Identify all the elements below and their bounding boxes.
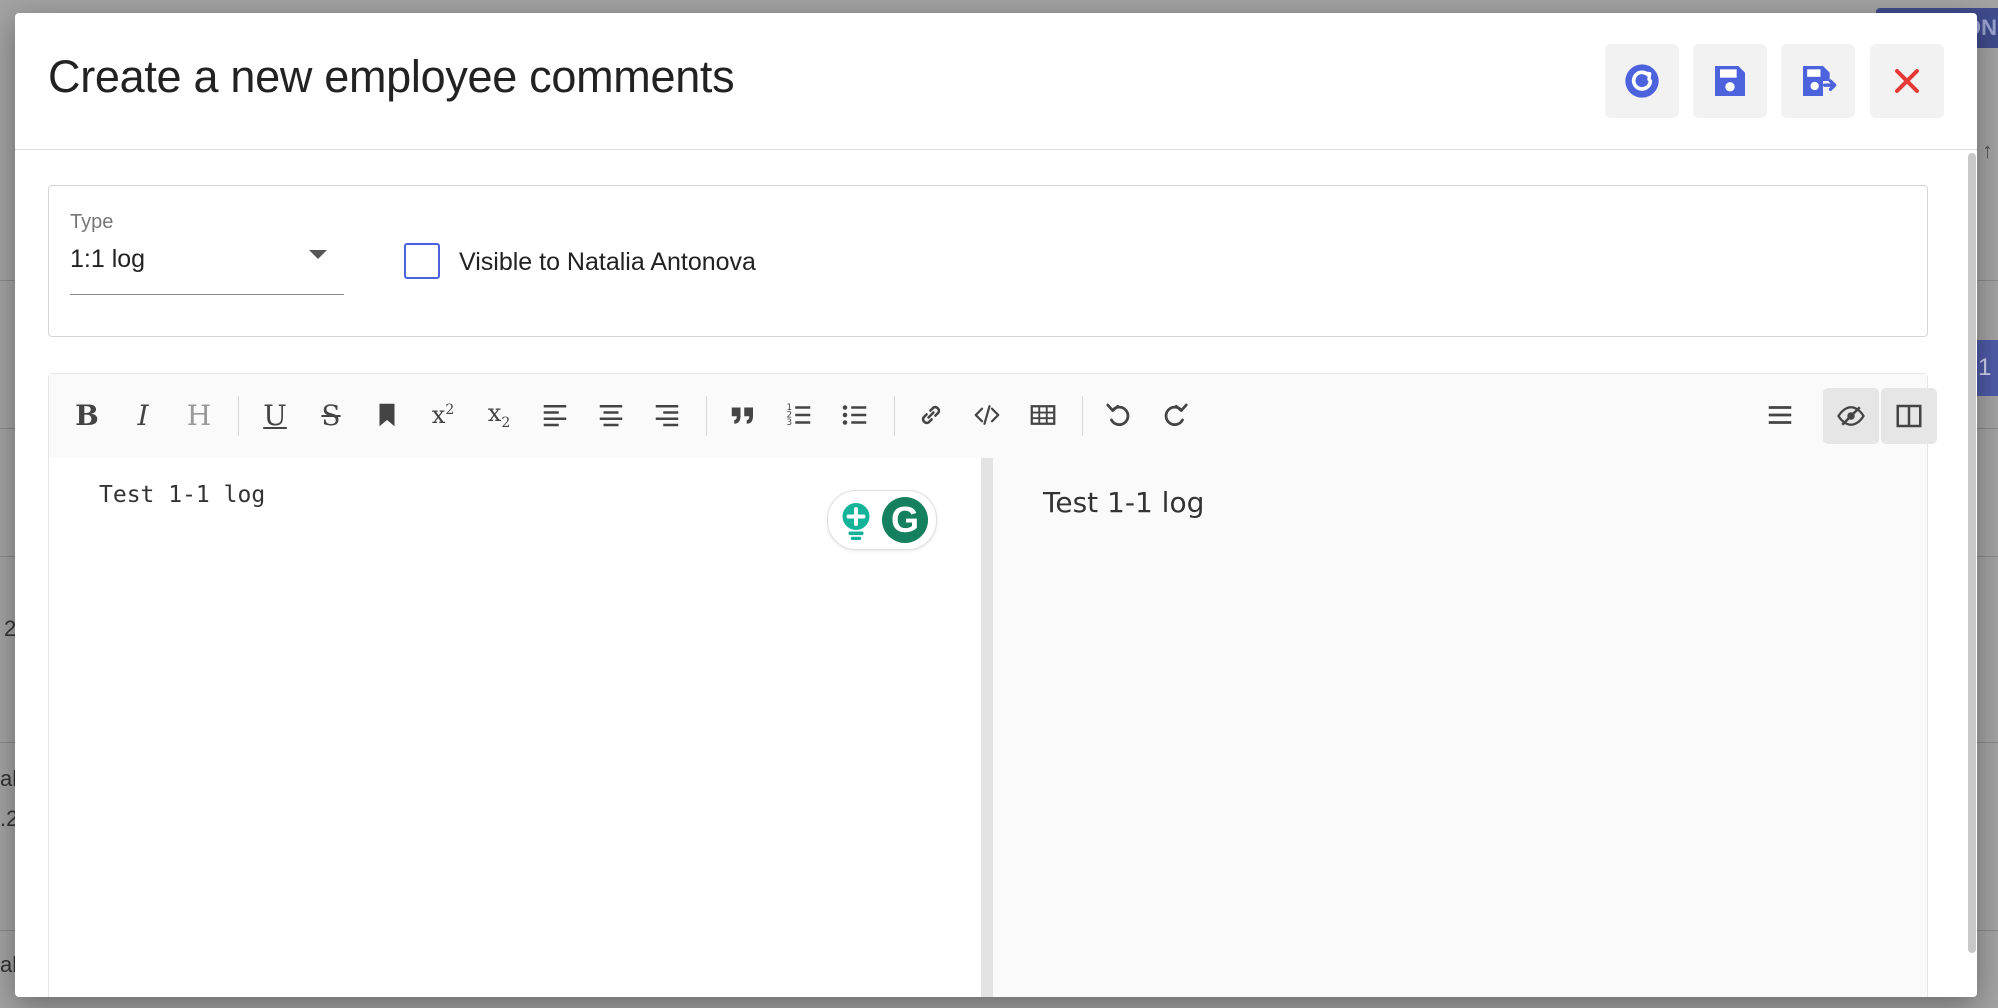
superscript-button[interactable]: x2 xyxy=(422,394,464,436)
save-icon xyxy=(1715,66,1745,96)
markdown-text[interactable]: Test 1-1 log xyxy=(99,482,265,508)
background-divider xyxy=(1976,930,1998,931)
markdown-input-pane[interactable]: Test 1-1 log G xyxy=(49,458,981,997)
grammarly-widget[interactable]: G xyxy=(827,490,937,550)
dialog-header: Create a new employee comments xyxy=(15,13,1977,150)
align-center-button[interactable] xyxy=(590,394,632,436)
quote-icon xyxy=(731,407,753,424)
heading-icon: H xyxy=(186,398,212,432)
table-button[interactable] xyxy=(1022,394,1064,436)
bold-icon: B xyxy=(75,398,99,432)
align-left-button[interactable] xyxy=(534,394,576,436)
visible-checkbox-label[interactable]: Visible to Natalia Antonova xyxy=(459,248,756,277)
subscript-button[interactable]: x2 xyxy=(478,394,520,436)
svg-text:3: 3 xyxy=(787,418,793,428)
toolbar-separator xyxy=(706,396,707,436)
close-icon xyxy=(1895,69,1919,93)
strikethrough-button[interactable]: S xyxy=(310,394,352,436)
underline-button[interactable]: U xyxy=(254,394,296,436)
toolbar-separator xyxy=(1082,396,1083,436)
type-select-underline xyxy=(70,294,344,295)
background-divider xyxy=(1976,556,1998,557)
align-center-icon xyxy=(599,405,623,427)
align-left-icon xyxy=(543,405,567,427)
save-and-close-button[interactable] xyxy=(1781,44,1855,118)
save-button[interactable] xyxy=(1693,44,1767,118)
bookmark-icon xyxy=(379,403,395,427)
align-right-button[interactable] xyxy=(646,394,688,436)
bold-button[interactable]: B xyxy=(66,394,108,436)
create-comment-dialog: Create a new employee comments Type 1:1 … xyxy=(15,13,1977,997)
close-button[interactable] xyxy=(1870,44,1944,118)
preview-pane: Test 1-1 log xyxy=(993,458,1927,997)
undo-icon xyxy=(1106,403,1130,426)
superscript-icon: x2 xyxy=(431,401,455,429)
unordered-list-icon xyxy=(842,405,867,425)
refresh-icon xyxy=(1625,64,1659,98)
bookmark-button[interactable] xyxy=(366,394,408,436)
visible-checkbox[interactable] xyxy=(404,243,440,279)
lightbulb-icon xyxy=(842,503,870,541)
code-icon xyxy=(974,405,1000,425)
chevron-down-icon[interactable] xyxy=(309,250,327,259)
split-view-button[interactable] xyxy=(1881,388,1937,444)
ordered-list-button[interactable]: 123 xyxy=(778,394,820,436)
unordered-list-button[interactable] xyxy=(834,394,876,436)
toolbar-separator xyxy=(238,396,239,436)
menu-icon xyxy=(1768,406,1792,424)
quote-button[interactable] xyxy=(722,394,764,436)
background-arrow-icon: ↑ xyxy=(1982,138,1993,163)
refresh-button[interactable] xyxy=(1605,44,1679,118)
dialog-scrollbar-thumb[interactable] xyxy=(1968,153,1976,953)
background-divider xyxy=(1976,428,1998,429)
toolbar-separator xyxy=(894,396,895,436)
subscript-icon: x2 xyxy=(487,399,511,431)
link-button[interactable] xyxy=(910,394,952,436)
type-select[interactable]: 1:1 log xyxy=(70,245,145,274)
redo-button[interactable] xyxy=(1154,394,1196,436)
save-close-icon xyxy=(1803,66,1837,96)
grammarly-logo-icon: G xyxy=(882,497,928,543)
editor-toolbar: B I H U S x2 x2 123 xyxy=(49,374,1937,459)
strikethrough-icon: S xyxy=(321,398,341,432)
heading-button[interactable]: H xyxy=(178,394,220,436)
split-view-icon xyxy=(1896,404,1922,428)
underline-icon: U xyxy=(263,398,287,432)
code-button[interactable] xyxy=(966,394,1008,436)
italic-button[interactable]: I xyxy=(122,394,164,436)
background-divider xyxy=(1976,742,1998,743)
preview-text: Test 1-1 log xyxy=(1043,486,1205,519)
redo-icon xyxy=(1164,403,1188,426)
type-field-label: Type xyxy=(70,211,114,233)
preview-toggle-button[interactable] xyxy=(1823,388,1879,444)
menu-button[interactable] xyxy=(1759,394,1801,436)
background-divider xyxy=(1976,280,1998,281)
undo-button[interactable] xyxy=(1098,394,1140,436)
ordered-list-icon: 123 xyxy=(787,403,811,428)
align-right-icon xyxy=(655,405,679,427)
link-icon xyxy=(921,405,941,425)
italic-icon: I xyxy=(137,398,149,432)
pane-divider[interactable] xyxy=(981,458,993,997)
eye-off-icon xyxy=(1837,406,1865,426)
table-icon xyxy=(1030,405,1056,425)
dialog-title: Create a new employee comments xyxy=(48,51,735,102)
markdown-editor: B I H U S x2 x2 123 Test 1-1 log G Test … xyxy=(48,373,1937,997)
type-section: Type 1:1 log Visible to Natalia Antonova xyxy=(48,185,1928,337)
